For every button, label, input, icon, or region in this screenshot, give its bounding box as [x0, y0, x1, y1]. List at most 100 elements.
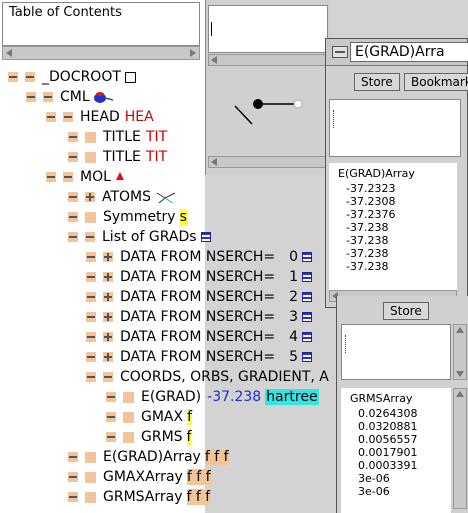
tree-node-data-nserch[interactable]: DATA FROM NSERCH= 0 — [86, 247, 313, 267]
tree-node-data-nserch[interactable]: DATA FROM NSERCH= 3 — [86, 307, 313, 327]
tree-node-mol[interactable]: MOL — [46, 167, 126, 187]
viewer-horizontal-scrollbar[interactable] — [208, 54, 328, 66]
collapse-icon[interactable] — [86, 312, 96, 322]
collapse-icon[interactable] — [26, 92, 36, 102]
node-value: f f f — [186, 489, 211, 505]
tree-node-egrad-array[interactable]: E(GRAD)Array f f f — [68, 447, 229, 467]
tree-node-atoms[interactable]: ATOMS — [68, 187, 177, 207]
list-item: -37.238 — [346, 247, 389, 260]
collapse-icon[interactable] — [68, 452, 78, 462]
expand-icon[interactable] — [103, 292, 113, 302]
tree-node-grms-array[interactable]: GRMSArray f f f — [68, 487, 211, 507]
window-text-area[interactable] — [329, 99, 461, 157]
tree-node-data-nserch[interactable]: DATA FROM NSERCH= 5 — [86, 347, 313, 367]
collapse-icon[interactable] — [63, 112, 73, 122]
collapse-icon[interactable] — [63, 172, 73, 182]
tree-node-egrad[interactable]: E(GRAD) -37.238 hartree — [106, 387, 319, 407]
list-item: 0.0264308 — [358, 407, 418, 420]
tree-node-title[interactable]: TITLE TIT — [68, 127, 167, 147]
node-value: 4 — [289, 329, 299, 345]
tree-node-title[interactable]: TITLE TIT — [68, 147, 167, 167]
tree-node-data-nserch[interactable]: DATA FROM NSERCH= 1 — [86, 267, 313, 287]
collapse-icon[interactable] — [68, 212, 78, 222]
collapse-icon[interactable] — [86, 352, 96, 362]
tree-node-gmax-array[interactable]: GMAXArray f f f — [68, 467, 211, 487]
viewer-horizontal-scrollbar[interactable] — [208, 156, 328, 168]
scroll-up-icon[interactable] — [456, 391, 464, 397]
scroll-right-icon[interactable] — [190, 49, 196, 57]
collapse-icon[interactable] — [46, 172, 56, 182]
node-value: 2 — [289, 289, 299, 305]
scroll-left-icon[interactable] — [6, 49, 12, 57]
text-vertical-scrollbar[interactable] — [453, 324, 467, 380]
collapse-icon[interactable] — [68, 492, 78, 502]
expand-icon[interactable] — [103, 252, 113, 262]
list-icon[interactable] — [200, 232, 211, 242]
collapse-icon[interactable] — [68, 472, 78, 482]
collapse-icon[interactable] — [86, 292, 96, 302]
collapse-icon[interactable] — [86, 372, 96, 382]
collapse-icon[interactable] — [25, 72, 35, 82]
toc-horizontal-scrollbar[interactable] — [2, 46, 200, 60]
leaf-icon — [85, 151, 96, 163]
collapse-icon[interactable] — [86, 252, 96, 262]
viewer-text-area[interactable] — [208, 5, 328, 53]
list-icon[interactable] — [302, 272, 313, 282]
scroll-left-icon[interactable] — [211, 56, 217, 64]
molecule-canvas[interactable] — [208, 68, 328, 156]
tree-node-data-nserch[interactable]: DATA FROM NSERCH= 4 — [86, 327, 313, 347]
tree-node-symmetry[interactable]: Symmetry s — [68, 207, 187, 227]
node-label: COORDS, ORBS, GRADIENT, A — [120, 369, 329, 385]
window-menu-icon[interactable] — [332, 46, 348, 58]
collapse-icon[interactable] — [86, 272, 96, 282]
node-label: DATA FROM NSERCH= — [120, 249, 276, 265]
node-value: TIT — [145, 149, 168, 165]
tree-node-gmax[interactable]: GMAX f — [106, 407, 193, 427]
list-item: 0.0320881 — [358, 420, 418, 433]
window-text-area[interactable] — [341, 324, 451, 380]
collapse-icon[interactable] — [43, 92, 53, 102]
tree-node-grms[interactable]: GRMS f — [106, 427, 192, 447]
expand-icon[interactable] — [103, 352, 113, 362]
collapse-icon[interactable] — [85, 232, 95, 242]
scroll-left-icon[interactable] — [211, 158, 217, 166]
collapse-icon[interactable] — [106, 392, 116, 402]
node-label: Symmetry — [103, 209, 176, 225]
scroll-down-icon[interactable] — [456, 371, 464, 377]
collapse-icon[interactable] — [86, 332, 96, 342]
store-button[interactable]: Store — [383, 302, 429, 320]
collapse-icon[interactable] — [68, 152, 78, 162]
expand-icon[interactable] — [103, 332, 113, 342]
collapse-icon[interactable] — [68, 132, 78, 142]
list-icon[interactable] — [302, 332, 313, 342]
tree-node-cml[interactable]: CML — [26, 87, 114, 107]
store-button[interactable]: Store — [354, 73, 400, 91]
tree-node-docroot[interactable]: _DOCROOT — [8, 67, 136, 87]
bookmark-button[interactable]: Bookmark — [404, 73, 468, 91]
list-icon[interactable] — [302, 252, 313, 262]
list-icon[interactable] — [302, 312, 313, 322]
structure-viewer-window — [205, 0, 330, 175]
expand-icon[interactable] — [103, 312, 113, 322]
tree-node-coords-orbs[interactable]: COORDS, ORBS, GRADIENT, A — [86, 367, 329, 387]
expand-icon[interactable] — [85, 192, 95, 202]
collapse-icon[interactable] — [68, 192, 78, 202]
scroll-up-icon[interactable] — [456, 327, 464, 333]
expand-icon[interactable] — [103, 272, 113, 282]
list-icon[interactable] — [302, 352, 313, 362]
collapse-icon[interactable] — [106, 412, 116, 422]
tree-node-head[interactable]: HEAD HEA — [46, 107, 154, 127]
tree-node-list-of-grads[interactable]: List of GRADs — [68, 227, 211, 247]
collapse-icon[interactable] — [103, 372, 113, 382]
list-item: -37.238 — [346, 234, 389, 247]
list-vertical-scrollbar[interactable] — [453, 388, 467, 509]
collapse-icon[interactable] — [106, 432, 116, 442]
node-label: GRMSArray — [103, 489, 183, 505]
tree-node-data-nserch[interactable]: DATA FROM NSERCH= 2 — [86, 287, 313, 307]
collapse-icon[interactable] — [68, 232, 78, 242]
collapse-icon[interactable] — [8, 72, 18, 82]
collapse-icon[interactable] — [46, 112, 56, 122]
window-titlebar[interactable]: E(GRAD)Arra — [326, 39, 468, 66]
list-icon[interactable] — [302, 292, 313, 302]
node-label: E(GRAD) — [141, 389, 202, 405]
